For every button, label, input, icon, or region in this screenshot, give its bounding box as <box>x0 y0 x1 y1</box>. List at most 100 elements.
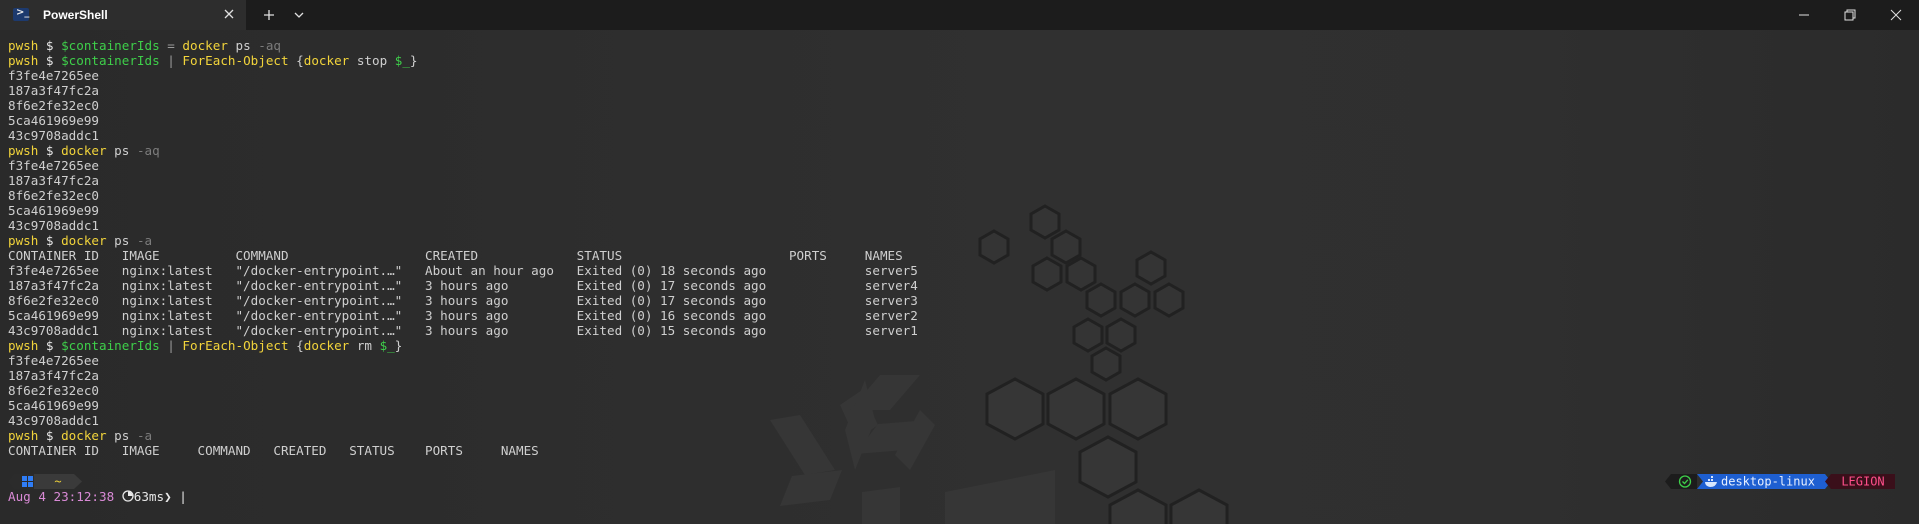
terminal-line: 5ca461969e99 <box>8 398 918 413</box>
prompt-user: LEGION <box>1841 475 1884 489</box>
chevron-down-icon[interactable] <box>288 6 310 24</box>
terminal-token: $ <box>38 53 62 68</box>
terminal-token: 187a3f47fc2a nginx:latest "/docker-entry… <box>8 278 918 293</box>
terminal-line: pwsh $ docker ps -a <box>8 428 918 443</box>
terminal-token: ps <box>106 233 137 248</box>
terminal-token: pwsh <box>8 53 39 68</box>
terminal-line: f3fe4e7265ee <box>8 353 918 368</box>
terminal-line: 187a3f47fc2a nginx:latest "/docker-entry… <box>8 278 918 293</box>
new-tab-icon[interactable] <box>258 6 280 24</box>
terminal-line: 5ca461969e99 nginx:latest "/docker-entry… <box>8 308 918 323</box>
terminal-token: 187a3f47fc2a <box>8 368 99 383</box>
minimize-icon[interactable] <box>1781 0 1827 30</box>
terminal-line: 8f6e2fe32ec0 <box>8 188 918 203</box>
terminal-token: 5ca461969e99 <box>8 398 99 413</box>
terminal-token: $containerIds <box>61 53 160 68</box>
terminal-token: { <box>288 338 304 353</box>
terminal-line: 43c9708addc1 nginx:latest "/docker-entry… <box>8 323 918 338</box>
terminal-token: stop <box>349 53 395 68</box>
terminal-output: pwsh $ $containerIds = docker ps -aq pwsh… <box>8 38 918 458</box>
terminal-token: docker <box>182 38 228 53</box>
terminal-token: { <box>288 53 304 68</box>
terminal-token: 8f6e2fe32ec0 <box>8 383 99 398</box>
terminal-line: 5ca461969e99 <box>8 113 918 128</box>
terminal-token: docker <box>61 428 107 443</box>
terminal-token: f3fe4e7265ee <box>8 68 99 83</box>
terminal-token: 5ca461969e99 nginx:latest "/docker-entry… <box>8 308 918 323</box>
terminal-token: -aq <box>136 143 160 158</box>
terminal-token: $ <box>38 233 62 248</box>
stopwatch-icon <box>122 490 134 502</box>
terminal-token: ForEach-Object <box>182 53 289 68</box>
close-tab-icon[interactable] <box>220 5 238 23</box>
terminal-token: $containerIds <box>61 338 160 353</box>
powershell-icon: >_ <box>13 7 29 21</box>
terminal-token: f3fe4e7265ee nginx:latest "/docker-entry… <box>8 263 918 278</box>
terminal-token: 187a3f47fc2a <box>8 83 99 98</box>
close-window-icon[interactable] <box>1873 0 1919 30</box>
terminal-token: } <box>409 53 418 68</box>
terminal-token: f3fe4e7265ee <box>8 353 99 368</box>
prompt-duration: 63ms <box>133 489 165 504</box>
terminal-token: CONTAINER ID IMAGE COMMAND CREATED STATU… <box>8 443 539 458</box>
terminal-token: 43c9708addc1 <box>8 218 99 233</box>
terminal-token: } <box>394 338 403 353</box>
prompt-line[interactable]: Aug 4 23:12:38 63ms❯ | <box>8 489 187 504</box>
terminal-token: $ <box>38 38 62 53</box>
terminal-token: 5ca461969e99 <box>8 203 99 218</box>
terminal-line: f3fe4e7265ee <box>8 68 918 83</box>
terminal-token: 5ca461969e99 <box>8 113 99 128</box>
terminal-token: -aq <box>258 38 282 53</box>
windows-icon <box>22 476 27 481</box>
cursor: | <box>179 489 187 504</box>
terminal-token: | <box>159 53 183 68</box>
terminal-line: 187a3f47fc2a <box>8 83 918 98</box>
terminal-token: $_ <box>394 53 410 68</box>
terminal-line: 8f6e2fe32ec0 <box>8 98 918 113</box>
terminal-line: pwsh $ $containerIds | ForEach-Object {d… <box>8 338 918 353</box>
terminal-line: 187a3f47fc2a <box>8 368 918 383</box>
terminal-line: 8f6e2fe32ec0 <box>8 383 918 398</box>
title-bar: >_ PowerShell <box>0 0 1919 30</box>
terminal-line: 43c9708addc1 <box>8 128 918 143</box>
terminal-window: >_ PowerShell pwsh $ $containerIds = doc… <box>0 0 1919 524</box>
terminal-line: f3fe4e7265ee nginx:latest "/docker-entry… <box>8 263 918 278</box>
terminal-pane[interactable]: pwsh $ $containerIds = docker ps -aq pwsh… <box>0 30 1919 524</box>
terminal-token: -a <box>136 233 153 248</box>
terminal-token: ps <box>106 428 137 443</box>
terminal-token: 187a3f47fc2a <box>8 173 99 188</box>
terminal-token: $ <box>38 338 62 353</box>
terminal-line: pwsh $ docker ps -a <box>8 233 918 248</box>
terminal-line: CONTAINER ID IMAGE COMMAND CREATED STATU… <box>8 248 918 263</box>
terminal-token: 8f6e2fe32ec0 <box>8 98 99 113</box>
terminal-line: 43c9708addc1 <box>8 413 918 428</box>
right-prompt: desktop-linux LEGION <box>1665 474 1895 489</box>
terminal-line: CONTAINER ID IMAGE COMMAND CREATED STATU… <box>8 443 918 458</box>
terminal-token: CONTAINER ID IMAGE COMMAND CREATED STATU… <box>8 248 903 263</box>
terminal-token: pwsh <box>8 233 39 248</box>
terminal-line: 5ca461969e99 <box>8 203 918 218</box>
prompt-context: desktop-linux <box>1721 475 1815 489</box>
terminal-token: 43c9708addc1 nginx:latest "/docker-entry… <box>8 323 918 338</box>
terminal-token: $containerIds <box>61 38 160 53</box>
restore-icon[interactable] <box>1827 0 1873 30</box>
prompt-chevron: ❯ <box>164 489 180 504</box>
terminal-token: | <box>159 338 183 353</box>
terminal-token: ps <box>106 143 137 158</box>
terminal-token: 8f6e2fe32ec0 nginx:latest "/docker-entry… <box>8 293 918 308</box>
terminal-token: = <box>159 38 183 53</box>
terminal-token: $_ <box>379 338 395 353</box>
terminal-token: docker <box>303 53 350 68</box>
terminal-token: ps <box>227 38 259 53</box>
terminal-token: pwsh <box>8 143 39 158</box>
terminal-token: 43c9708addc1 <box>8 413 99 428</box>
tab-title: PowerShell <box>43 8 108 22</box>
terminal-line: f3fe4e7265ee <box>8 158 918 173</box>
terminal-token: -a <box>136 428 153 443</box>
tab-powershell[interactable]: >_ PowerShell <box>0 0 246 30</box>
terminal-token: 8f6e2fe32ec0 <box>8 188 99 203</box>
terminal-line: pwsh $ docker ps -aq <box>8 143 918 158</box>
terminal-token: f3fe4e7265ee <box>8 158 99 173</box>
terminal-token: pwsh <box>8 38 39 53</box>
terminal-token: docker <box>303 338 350 353</box>
